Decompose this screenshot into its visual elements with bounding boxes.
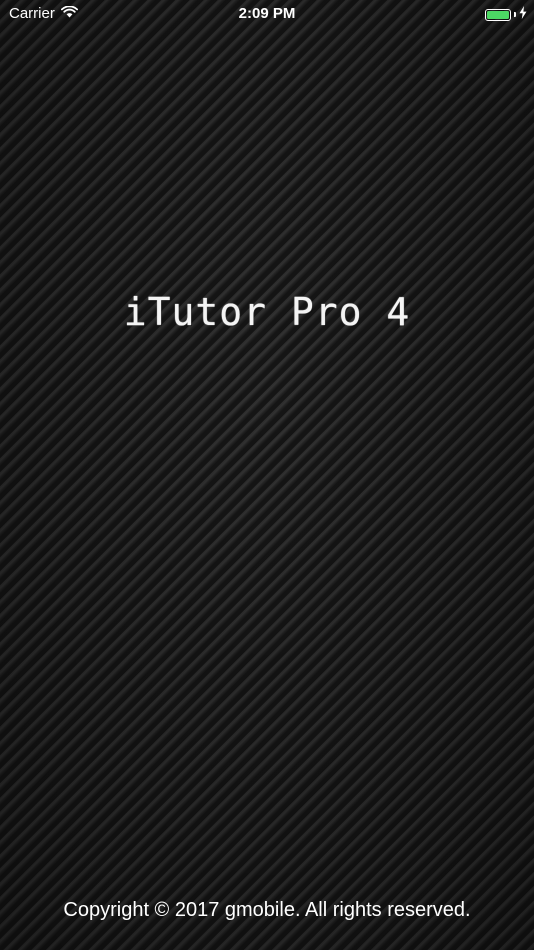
battery-icon [485, 8, 511, 21]
battery-tip [514, 12, 516, 17]
app-title: iTutor Pro 4 [123, 290, 411, 334]
battery-group [485, 6, 527, 23]
status-bar: Carrier 2:09 PM [0, 0, 534, 28]
status-time: 2:09 PM [238, 5, 296, 22]
charging-bolt-icon [519, 6, 527, 23]
copyright-text: Copyright © 2017 gmobile. All rights res… [63, 899, 471, 921]
battery-fill [487, 10, 509, 19]
